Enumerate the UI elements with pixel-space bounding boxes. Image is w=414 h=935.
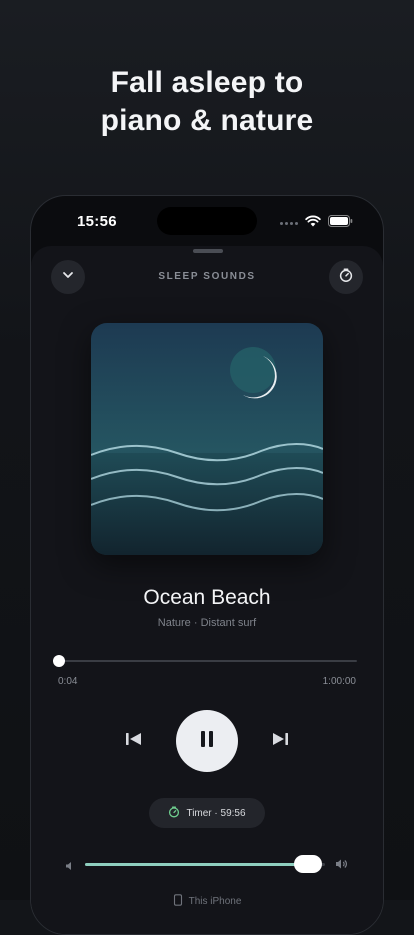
device-frame: 15:56 [30, 195, 384, 935]
status-icons [280, 214, 353, 232]
output-device-button[interactable]: This iPhone [31, 894, 383, 909]
previous-button[interactable] [121, 728, 147, 754]
battery-icon [328, 214, 353, 232]
player-sheet: SLEEP SOUNDS [31, 246, 383, 935]
next-button[interactable] [267, 728, 293, 754]
play-pause-button[interactable] [176, 710, 238, 772]
sleep-timer-button[interactable] [329, 260, 363, 294]
elapsed-time: 0:04 [58, 676, 77, 687]
album-artwork [91, 323, 323, 555]
progress-knob[interactable] [53, 655, 65, 667]
timer-pill-button[interactable]: Timer · 59:56 [149, 798, 265, 828]
cellular-signal-icon [280, 222, 298, 225]
wifi-icon [305, 214, 321, 232]
promo-headline: Fall asleep to piano & nature [0, 64, 414, 140]
speaker-low-icon [65, 858, 75, 876]
playback-progress-slider[interactable] [59, 660, 357, 662]
skip-next-icon [271, 731, 289, 752]
timer-icon [338, 267, 354, 288]
dynamic-island [157, 207, 257, 235]
status-time: 15:56 [77, 213, 117, 230]
total-duration: 1:00:00 [323, 676, 356, 687]
status-bar: 15:56 [31, 196, 383, 246]
timer-label: Timer · 59:56 [186, 808, 245, 819]
track-subtitle: Nature · Distant surf [31, 617, 383, 629]
timer-icon [168, 806, 180, 821]
output-device-label: This iPhone [189, 896, 242, 907]
sheet-grabber[interactable] [193, 249, 223, 253]
track-title: Ocean Beach [31, 586, 383, 610]
promo-headline-line1: Fall asleep to [0, 64, 414, 102]
pause-icon [199, 730, 215, 753]
phone-icon [173, 894, 183, 909]
volume-knob[interactable] [294, 855, 322, 873]
skip-previous-icon [125, 731, 143, 752]
volume-fill [85, 863, 308, 866]
promo-headline-line2: piano & nature [0, 102, 414, 140]
volume-slider[interactable] [85, 863, 325, 866]
speaker-high-icon [335, 857, 349, 875]
